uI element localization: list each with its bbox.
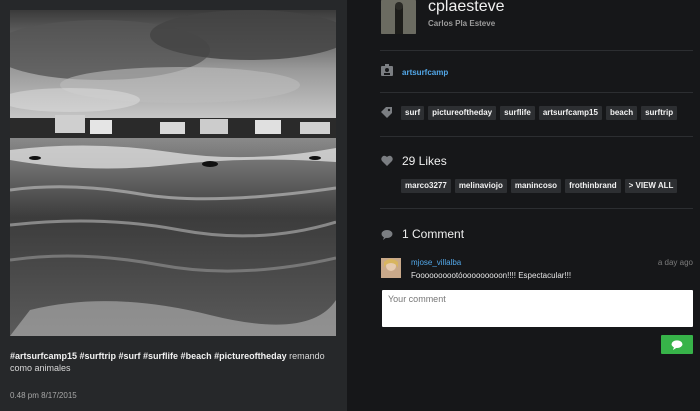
liker-chip[interactable]: melinaviojo xyxy=(454,179,507,193)
tag-list: surf pictureoftheday surflife artsurfcam… xyxy=(401,106,678,120)
heart-icon[interactable] xyxy=(381,155,393,167)
location-icon xyxy=(381,64,393,76)
post-date: 0.48 pm 8/17/2015 xyxy=(10,391,77,400)
avatar[interactable] xyxy=(381,0,416,34)
divider xyxy=(380,92,693,93)
comment-username[interactable]: mjose_villalba xyxy=(411,258,461,267)
tag-icon xyxy=(381,107,393,119)
comment-timestamp: a day ago xyxy=(657,258,693,267)
send-comment-button[interactable] xyxy=(661,335,693,354)
likers-list: marco3277 melinaviojo manincoso frothinb… xyxy=(401,179,678,193)
username[interactable]: cplaesteve xyxy=(428,0,505,16)
commenter-avatar[interactable] xyxy=(381,258,401,278)
comment-input[interactable] xyxy=(382,290,693,327)
divider xyxy=(380,136,693,137)
post-media-panel: #artsurfcamp15 #surftrip #surf #surflife… xyxy=(0,0,347,411)
post-photo[interactable] xyxy=(10,10,336,336)
location-link[interactable]: artsurfcamp xyxy=(402,68,448,77)
liker-chip[interactable]: manincoso xyxy=(510,179,562,193)
likes-count: 29 Likes xyxy=(402,154,447,168)
comment-icon xyxy=(381,229,393,241)
liker-chip[interactable]: frothinbrand xyxy=(565,179,621,193)
tag-chip[interactable]: pictureoftheday xyxy=(428,106,497,120)
tag-chip[interactable]: surf xyxy=(401,106,425,120)
comment-text: Foooooooootóooooooooon!!!! Espectacular!… xyxy=(411,271,572,280)
surf-photo xyxy=(10,10,336,336)
tag-chip[interactable]: surflife xyxy=(500,106,535,120)
full-name: Carlos Pla Esteve xyxy=(428,19,496,28)
tag-chip[interactable]: artsurfcamp15 xyxy=(538,106,602,120)
view-all-likes-button[interactable]: > VIEW ALL xyxy=(624,179,678,193)
post-caption: #artsurfcamp15 #surftrip #surf #surflife… xyxy=(10,350,336,374)
liker-chip[interactable]: marco3277 xyxy=(401,179,451,193)
post-details-panel: cplaesteve Carlos Pla Esteve artsurfcamp… xyxy=(347,0,700,411)
comments-count: 1 Comment xyxy=(402,227,465,241)
caption-hashtags[interactable]: #artsurfcamp15 #surftrip #surf #surflife… xyxy=(10,351,287,361)
divider xyxy=(380,208,693,209)
divider xyxy=(380,50,693,51)
tag-chip[interactable]: beach xyxy=(605,106,638,120)
speech-bubble-icon xyxy=(671,339,683,350)
tag-chip[interactable]: surftrip xyxy=(641,106,678,120)
